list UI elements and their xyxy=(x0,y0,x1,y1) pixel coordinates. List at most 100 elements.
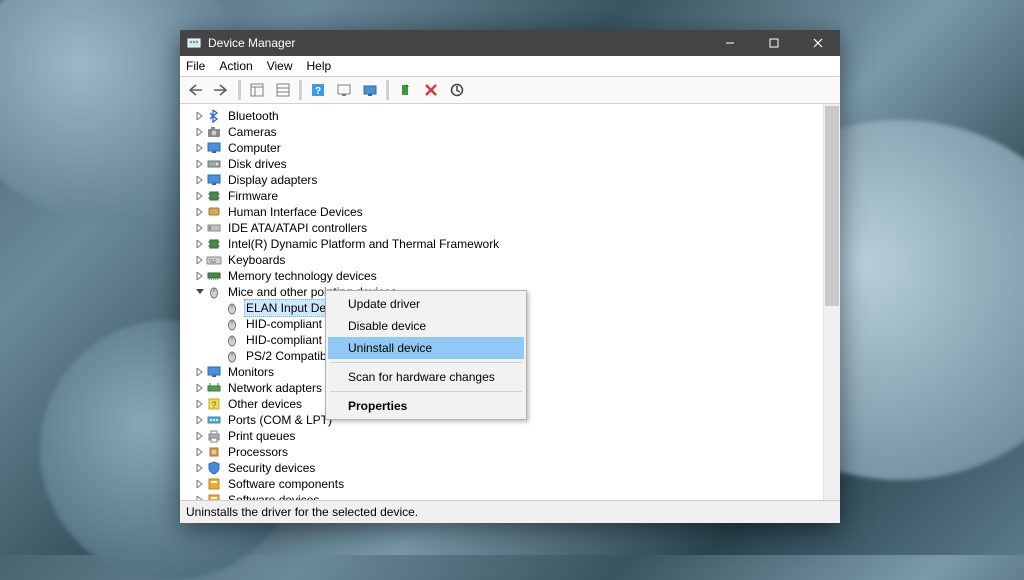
menubar: File Action View Help xyxy=(180,56,840,77)
tree-node-label: Software components xyxy=(226,476,346,492)
tree-node[interactable]: Memory technology devices xyxy=(180,268,823,284)
chevron-right-icon[interactable] xyxy=(194,160,206,168)
tree-node[interactable]: Bluetooth xyxy=(180,108,823,124)
vertical-scrollbar[interactable] xyxy=(823,104,840,500)
enable-device-button[interactable] xyxy=(393,78,417,102)
tree-node-label: ELAN Input Dev xyxy=(244,299,334,317)
monitor-icon xyxy=(206,364,222,380)
tree-node[interactable]: Computer xyxy=(180,140,823,156)
tree-node[interactable]: Cameras xyxy=(180,124,823,140)
tree-node[interactable]: Firmware xyxy=(180,188,823,204)
tree-node[interactable]: Disk drives xyxy=(180,156,823,172)
mouse-icon xyxy=(224,348,240,364)
tree-node-label: Monitors xyxy=(226,364,276,380)
chevron-right-icon[interactable] xyxy=(194,384,206,392)
scrollbar-thumb[interactable] xyxy=(825,106,839,306)
tree-node-label: Processors xyxy=(226,444,290,460)
close-button[interactable] xyxy=(796,30,840,56)
help-button[interactable]: ? xyxy=(306,78,330,102)
menu-file[interactable]: File xyxy=(186,59,205,73)
chevron-down-icon[interactable] xyxy=(194,288,206,296)
maximize-button[interactable] xyxy=(752,30,796,56)
monitor-icon xyxy=(206,172,222,188)
chevron-right-icon[interactable] xyxy=(194,224,206,232)
sec-icon xyxy=(206,460,222,476)
chevron-right-icon[interactable] xyxy=(194,144,206,152)
tree-node-label: Other devices xyxy=(226,396,304,412)
chevron-right-icon[interactable] xyxy=(194,368,206,376)
tree-node-label: Security devices xyxy=(226,460,317,476)
chevron-right-icon[interactable] xyxy=(194,416,206,424)
tree-node[interactable]: Security devices xyxy=(180,460,823,476)
tree-node[interactable]: IDE ATA/ATAPI controllers xyxy=(180,220,823,236)
menu-view[interactable]: View xyxy=(267,59,293,73)
window-title: Device Manager xyxy=(208,36,295,50)
show-hide-tree-button[interactable] xyxy=(245,78,269,102)
chevron-right-icon[interactable] xyxy=(194,256,206,264)
context-menu: Update driverDisable deviceUninstall dev… xyxy=(325,290,527,420)
tree-node-label: Firmware xyxy=(226,188,280,204)
tree-node-label: IDE ATA/ATAPI controllers xyxy=(226,220,369,236)
tree-node[interactable]: Software devices xyxy=(180,492,823,500)
back-button[interactable] xyxy=(184,78,208,102)
chevron-right-icon[interactable] xyxy=(194,432,206,440)
tree-node-label: Disk drives xyxy=(226,156,289,172)
tree-node[interactable]: Human Interface Devices xyxy=(180,204,823,220)
chevron-right-icon[interactable] xyxy=(194,272,206,280)
minimize-button[interactable] xyxy=(708,30,752,56)
chevron-right-icon[interactable] xyxy=(194,448,206,456)
scan-hardware-button[interactable] xyxy=(332,78,356,102)
chevron-right-icon[interactable] xyxy=(194,176,206,184)
menu-help[interactable]: Help xyxy=(307,59,332,73)
tree-node-label: Computer xyxy=(226,140,283,156)
other-icon: ? xyxy=(206,396,222,412)
chevron-right-icon[interactable] xyxy=(194,128,206,136)
context-menu-item[interactable]: Uninstall device xyxy=(328,337,524,359)
sw-icon xyxy=(206,476,222,492)
cpu-icon xyxy=(206,444,222,460)
disk-icon xyxy=(206,156,222,172)
disable-device-button[interactable] xyxy=(445,78,469,102)
context-menu-item[interactable]: Scan for hardware changes xyxy=(328,366,524,388)
chip-icon xyxy=(206,236,222,252)
tree-node[interactable]: Display adapters xyxy=(180,172,823,188)
context-menu-item[interactable]: Disable device xyxy=(328,315,524,337)
tree-node[interactable]: Intel(R) Dynamic Platform and Thermal Fr… xyxy=(180,236,823,252)
forward-button[interactable] xyxy=(210,78,234,102)
tree-node-label: Network adapters xyxy=(226,380,324,396)
chevron-right-icon[interactable] xyxy=(194,400,206,408)
statusbar: Uninstalls the driver for the selected d… xyxy=(180,501,840,523)
update-driver-button[interactable] xyxy=(358,78,382,102)
tree-node[interactable]: Keyboards xyxy=(180,252,823,268)
camera-icon xyxy=(206,124,222,140)
tree-node[interactable]: Software components xyxy=(180,476,823,492)
chevron-right-icon[interactable] xyxy=(194,112,206,120)
app-icon xyxy=(186,35,202,51)
keyboard-icon xyxy=(206,252,222,268)
mouse-icon xyxy=(224,300,240,316)
chevron-right-icon[interactable] xyxy=(194,496,206,500)
titlebar[interactable]: Device Manager xyxy=(180,30,840,56)
tree-node[interactable]: Processors xyxy=(180,444,823,460)
hid-icon xyxy=(206,204,222,220)
tree-node[interactable]: Print queues xyxy=(180,428,823,444)
chevron-right-icon[interactable] xyxy=(194,240,206,248)
context-menu-item[interactable]: Update driver xyxy=(328,293,524,315)
ide-icon xyxy=(206,220,222,236)
menu-action[interactable]: Action xyxy=(219,59,252,73)
properties-grid-button[interactable] xyxy=(271,78,295,102)
menu-separator xyxy=(330,362,522,363)
chip-icon xyxy=(206,188,222,204)
chevron-right-icon[interactable] xyxy=(194,464,206,472)
svg-text:?: ? xyxy=(211,400,216,410)
chevron-right-icon[interactable] xyxy=(194,480,206,488)
mouse-icon xyxy=(224,316,240,332)
uninstall-device-button[interactable] xyxy=(419,78,443,102)
context-menu-item[interactable]: Properties xyxy=(328,395,524,417)
tree-node-label: Ports (COM & LPT) xyxy=(226,412,334,428)
chevron-right-icon[interactable] xyxy=(194,208,206,216)
monitor-icon xyxy=(206,140,222,156)
net-icon xyxy=(206,380,222,396)
chevron-right-icon[interactable] xyxy=(194,192,206,200)
tree-node-label: Print queues xyxy=(226,428,297,444)
